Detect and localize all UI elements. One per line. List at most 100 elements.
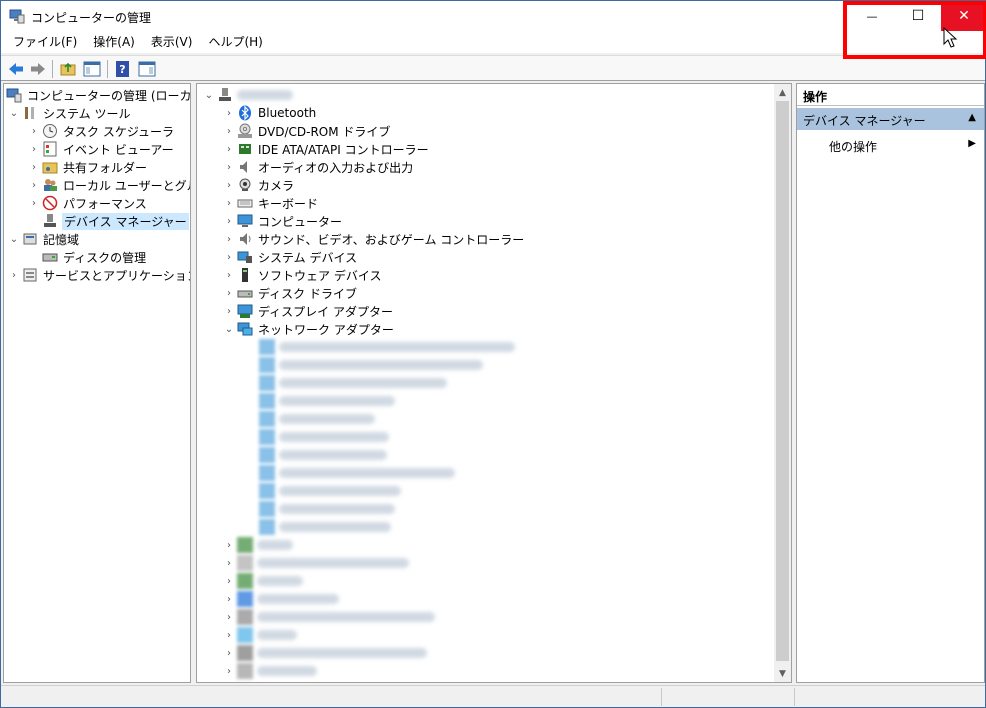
chevron-down-icon[interactable]: ⌄ [203,89,215,101]
device-tree-root[interactable]: ⌄ [203,86,293,104]
device-category-display-adapters[interactable]: › ディスプレイ アダプター [223,302,394,320]
show-hide-action-pane-icon[interactable] [138,60,156,78]
scroll-thumb[interactable] [776,101,789,661]
device-category-network-adapters[interactable]: ⌄ ネットワーク アダプター [223,320,395,338]
device-category-bluetooth[interactable]: › Bluetooth [223,104,317,122]
chevron-right-icon[interactable]: › [223,287,235,299]
device-category-software-devices[interactable]: › ソフトウェア デバイス [223,266,382,284]
device-category-camera[interactable]: › カメラ [223,176,295,194]
chevron-right-icon[interactable]: › [8,269,20,281]
network-adapter-icon [259,375,275,391]
device-category-blurred[interactable]: › [223,644,427,662]
device-category-blurred[interactable]: › [223,662,317,680]
back-arrow-icon[interactable] [7,60,25,78]
forward-arrow-icon[interactable] [29,60,47,78]
device-category-dvd[interactable]: › DVD/CD-ROM ドライブ [223,122,391,140]
chevron-right-icon[interactable]: › [223,215,235,227]
network-adapter-item[interactable] [257,464,455,482]
device-category-system-devices[interactable]: › システム デバイス [223,248,358,266]
chevron-right-icon[interactable]: › [223,647,235,659]
device-category-computer[interactable]: › コンピューター [223,212,343,230]
chevron-right-icon[interactable]: › [223,305,235,317]
tree-item-computer-management[interactable]: コンピューターの管理 (ローカル) [6,86,190,104]
chevron-right-icon[interactable]: › [28,125,40,137]
network-adapter-item[interactable] [257,518,391,536]
device-category-keyboard[interactable]: › キーボード [223,194,319,212]
network-adapter-item[interactable] [257,482,401,500]
chevron-right-icon[interactable]: › [223,593,235,605]
blurred-device-name [279,432,389,442]
device-category-blurred[interactable]: › [223,554,409,572]
chevron-right-icon[interactable]: › [223,629,235,641]
network-adapter-item[interactable] [257,428,389,446]
device-category-blurred[interactable]: › [223,608,435,626]
chevron-right-icon[interactable]: › [28,179,40,191]
chevron-down-icon[interactable]: ⌄ [223,323,235,335]
device-category-blurred[interactable]: › [223,590,339,608]
tree-item-performance[interactable]: › パフォーマンス [28,194,148,212]
device-category-blurred[interactable]: › [223,536,293,554]
tree-item-task-scheduler[interactable]: › タスク スケジューラ [28,122,175,140]
device-category-disk-drives[interactable]: › ディスク ドライブ [223,284,358,302]
up-folder-icon[interactable] [59,60,77,78]
network-adapter-item[interactable] [257,446,387,464]
network-adapter-item[interactable] [257,500,395,518]
chevron-right-icon[interactable]: › [223,233,235,245]
show-hide-tree-icon[interactable] [83,60,101,78]
tree-item-services-apps[interactable]: › サービスとアプリケーション [8,266,190,284]
chevron-down-icon[interactable]: ⌄ [8,233,20,245]
tree-item-disk-management[interactable]: ディスクの管理 [28,248,147,266]
chevron-right-icon[interactable]: › [223,251,235,263]
scroll-up-icon[interactable]: ▲ [774,84,791,101]
network-adapter-item[interactable] [257,410,375,428]
network-adapter-item[interactable] [257,356,483,374]
audio-icon [240,161,247,173]
more-actions-item[interactable]: 他の操作 [829,138,877,155]
device-category-label: ディスプレイ アダプター [258,304,393,319]
tree-item-shared-folders[interactable]: › 共有フォルダー [28,158,148,176]
maximize-button[interactable]: ☐ [895,1,941,31]
chevron-right-icon[interactable]: › [223,557,235,569]
chevron-right-icon[interactable]: › [28,161,40,173]
tree-item-storage[interactable]: ⌄ 記憶域 [8,230,80,248]
collapse-up-icon[interactable]: ▲ [968,112,976,123]
network-adapter-item[interactable] [257,338,515,356]
actions-section-device-manager[interactable]: デバイス マネージャー ▲ [797,108,984,130]
device-category-audio[interactable]: › オーディオの入力および出力 [223,158,414,176]
chevron-right-icon[interactable]: › [223,125,235,137]
chevron-right-icon[interactable]: › [223,611,235,623]
device-category-ide[interactable]: › IDE ATA/ATAPI コントローラー [223,140,430,158]
tree-item-device-manager[interactable]: デバイス マネージャー [28,212,189,230]
chevron-right-icon[interactable]: › [223,161,235,173]
tree-item-local-users[interactable]: › ローカル ユーザーとグループ [28,176,190,194]
submenu-arrow-icon[interactable]: ▶ [968,138,976,149]
tree-item-system-tools[interactable]: ⌄ システム ツール [8,104,131,122]
menu-action[interactable]: 操作(A) [85,31,143,53]
menu-file[interactable]: ファイル(F) [5,31,85,53]
network-adapter-item[interactable] [257,374,447,392]
tree-item-event-viewer[interactable]: › イベント ビューアー [28,140,175,158]
chevron-down-icon[interactable]: ⌄ [8,107,20,119]
chevron-right-icon[interactable]: › [223,575,235,587]
menu-help[interactable]: ヘルプ(H) [200,31,270,53]
device-category-sound[interactable]: › サウンド、ビデオ、およびゲーム コントローラー [223,230,525,248]
help-icon[interactable]: ? [114,60,132,78]
chevron-right-icon[interactable]: › [223,539,235,551]
chevron-right-icon[interactable]: › [28,143,40,155]
menu-view[interactable]: 表示(V) [143,31,201,53]
chevron-right-icon[interactable]: › [223,143,235,155]
device-category-blurred[interactable]: › [223,626,297,644]
tools-icon [25,107,34,119]
scroll-down-icon[interactable]: ▼ [774,665,791,682]
chevron-right-icon[interactable]: › [223,665,235,677]
chevron-right-icon[interactable]: › [223,107,235,119]
device-category-blurred[interactable]: › [223,572,303,590]
chevron-right-icon[interactable]: › [223,197,235,209]
network-adapter-item[interactable] [257,392,395,410]
disk-icon [42,253,58,262]
vertical-scrollbar[interactable]: ▲ ▼ [774,84,791,682]
chevron-right-icon[interactable]: › [223,269,235,281]
minimize-button[interactable]: — [849,1,895,31]
chevron-right-icon[interactable]: › [223,179,235,191]
chevron-right-icon[interactable]: › [28,197,40,209]
